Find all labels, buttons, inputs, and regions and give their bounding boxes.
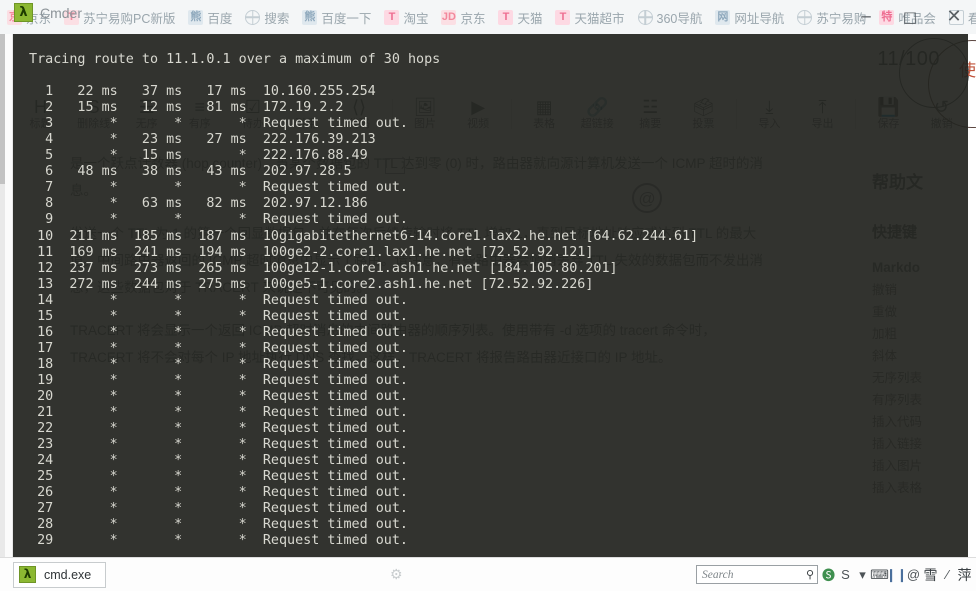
nav-icon: 网: [715, 9, 731, 25]
bookmark-item[interactable]: 搜索: [240, 6, 294, 29]
window-title-label: Cmder: [40, 4, 83, 21]
status-bar-right: Search ⚲ 🅢 S ▾ ⌨ ❙❙ @ 雪 ∕ 萍: [696, 565, 973, 585]
globe-icon: [797, 9, 813, 25]
slash-icon[interactable]: ∕: [939, 565, 956, 585]
window-controls[interactable]: ─ □ ✕: [844, 0, 976, 34]
bookmark-label: 百度一下: [321, 11, 372, 26]
bookmark-label: 京东: [460, 11, 486, 26]
globe-icon: [245, 9, 261, 25]
bookmark-item[interactable]: 熊百度一下: [297, 6, 376, 29]
sogou-s-icon[interactable]: S: [837, 565, 854, 585]
cmder-lambda-icon: λ: [14, 3, 33, 22]
bookmark-label: 百度: [207, 11, 233, 26]
scrollbar-thumb[interactable]: [0, 34, 5, 184]
bookmark-item[interactable]: 360导航: [633, 6, 708, 29]
app-root: 京京东T苏宁易购PC新版熊百度搜索熊百度一下T淘宝JD京东T天猫T天猫超市360…: [0, 0, 976, 591]
pipe-icon[interactable]: ❙❙: [886, 565, 908, 585]
gear-icon[interactable]: ⚙: [390, 566, 403, 583]
globe-icon: [637, 9, 653, 25]
cmder-lambda-icon: λ: [19, 566, 36, 583]
terminal-output: Tracing route to 11.1.0.1 over a maximum…: [29, 52, 699, 549]
close-button[interactable]: ✕: [932, 0, 976, 34]
bookmark-label: 淘宝: [403, 11, 429, 26]
at-icon[interactable]: @: [905, 565, 922, 585]
bookmark-label: 360导航: [656, 11, 703, 26]
bookmark-label: 苏宁易购PC新版: [83, 11, 176, 26]
bookmark-label: 网址导航: [734, 11, 785, 26]
search-input-placeholder[interactable]: Search: [702, 569, 803, 581]
browser-bookmarks-bar[interactable]: 京京东T苏宁易购PC新版熊百度搜索熊百度一下T淘宝JD京东T天猫T天猫超市360…: [0, 0, 976, 34]
terminal-status-bar: λ cmd.exe ⚙ Search ⚲ 🅢 S ▾ ⌨ ❙❙ @ 雪 ∕ 萍: [0, 557, 976, 591]
tmall-icon: T: [555, 9, 571, 25]
bookmark-label: 天猫: [517, 11, 543, 26]
terminal-tab-label: cmd.exe: [44, 567, 92, 582]
search-icon[interactable]: ⚲: [806, 568, 814, 581]
baidu-icon: 熊: [302, 9, 318, 25]
baidu-icon: 熊: [188, 9, 204, 25]
terminal-tab-cmd[interactable]: λ cmd.exe: [13, 561, 107, 588]
page-scrollbar[interactable]: [0, 34, 5, 557]
bookmark-label: 搜索: [264, 11, 290, 26]
jd-icon: JD: [441, 9, 457, 25]
terminal-window[interactable]: Tracing route to 11.1.0.1 over a maximum…: [13, 34, 968, 557]
bookmark-item[interactable]: JD 京东: [436, 6, 490, 29]
minimize-button[interactable]: ─: [844, 0, 888, 34]
bookmark-item[interactable]: T 淘宝: [379, 6, 433, 29]
taobao-icon: T: [384, 9, 400, 25]
snow-icon[interactable]: 雪: [922, 565, 939, 585]
ping-icon[interactable]: 萍: [956, 565, 973, 585]
bookmark-item[interactable]: 网网址导航: [710, 6, 789, 29]
window-title-tab[interactable]: λ Cmder: [14, 3, 82, 22]
dropdown-icon[interactable]: ▾: [854, 565, 871, 585]
bookmark-item[interactable]: T 天猫超市: [550, 6, 629, 29]
bookmark-item[interactable]: T 天猫: [493, 6, 547, 29]
bookmark-item[interactable]: 熊百度: [183, 6, 237, 29]
tray-icon-group[interactable]: 🅢 S ▾ ⌨ ❙❙ @ 雪 ∕ 萍: [820, 565, 973, 585]
sogou-input-icon[interactable]: 🅢: [820, 565, 837, 585]
maximize-button[interactable]: □: [888, 0, 932, 34]
search-box[interactable]: Search ⚲: [696, 565, 818, 584]
tmall-icon: T: [498, 9, 514, 25]
bookmark-label: 天猫超市: [574, 11, 625, 26]
